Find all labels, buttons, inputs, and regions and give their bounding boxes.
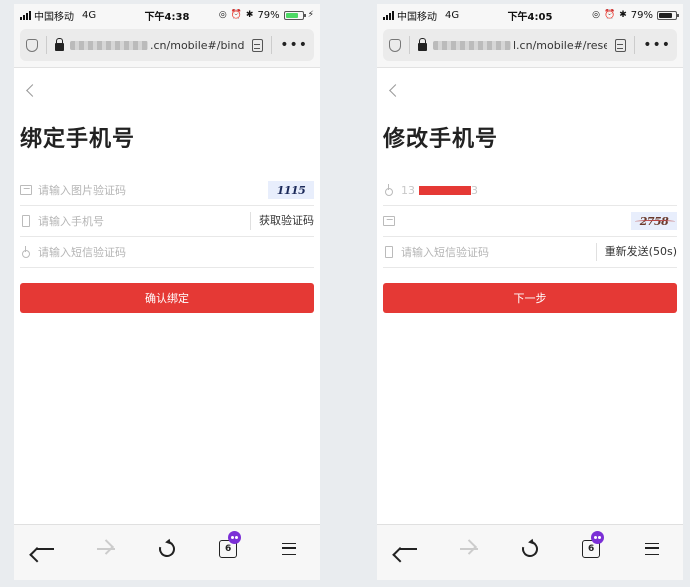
phone-redaction <box>419 185 471 195</box>
phone-screen-reset: 中国移动 4G 下午4:05 ◎ ⏰ ✱ 79% l.cn/mobile#/re… <box>377 4 683 580</box>
battery-percent: 79% <box>630 9 653 21</box>
lock-icon <box>55 38 64 51</box>
url-divider <box>409 36 410 54</box>
page-title: 修改手机号 <box>383 127 499 152</box>
phone-number-field[interactable]: 13 3 <box>383 175 677 206</box>
back-arrow-icon <box>398 547 417 550</box>
sms-input[interactable]: 请输入短信验证码 <box>38 244 314 260</box>
more-options-icon[interactable]: ••• <box>271 36 308 54</box>
private-mode-icon <box>228 530 242 544</box>
url-text[interactable]: .cn/mobile#/bind... <box>150 39 244 52</box>
reader-mode-icon[interactable] <box>252 38 264 52</box>
url-redacted-segment <box>70 40 148 50</box>
reload-button[interactable] <box>150 532 184 566</box>
battery-fill <box>659 12 672 18</box>
image-icon <box>20 185 32 195</box>
phone-field[interactable]: 请输入手机号 获取验证码 <box>20 206 314 237</box>
location-icon: ◎ <box>592 10 600 20</box>
hamburger-menu-icon <box>645 542 660 555</box>
page-title: 绑定手机号 <box>20 127 136 152</box>
url-divider <box>46 36 47 54</box>
sms-field[interactable]: 请输入短信验证码 重新发送(50s) <box>383 237 677 268</box>
signal-icon <box>20 10 31 20</box>
menu-button[interactable] <box>272 532 306 566</box>
lock-icon <box>418 38 427 51</box>
status-time: 下午4:05 <box>507 11 553 23</box>
network-label: 4G <box>445 9 460 21</box>
get-code-button[interactable]: 获取验证码 <box>250 212 314 230</box>
reload-icon <box>156 537 178 560</box>
forward-arrow-icon <box>459 547 478 550</box>
alarm-icon: ⏰ <box>230 10 242 20</box>
status-bar: 中国移动 4G 下午4:05 ◎ ⏰ ✱ 79% <box>377 4 683 26</box>
browser-toolbar: 6 <box>377 524 683 580</box>
reload-button[interactable] <box>513 532 547 566</box>
back-chevron-icon[interactable] <box>26 84 39 97</box>
url-text[interactable]: l.cn/mobile#/rese... <box>513 39 607 52</box>
phone-input[interactable]: 请输入手机号 <box>38 213 250 229</box>
captcha-image[interactable]: 2758 <box>631 212 677 230</box>
forward-button[interactable] <box>89 532 123 566</box>
reader-mode-icon[interactable] <box>615 38 627 52</box>
phone-icon <box>385 246 393 258</box>
status-bar: 中国移动 4G 下午4:38 ◎ ⏰ ✱ 79% ⚡ <box>14 4 320 26</box>
reload-icon <box>519 537 541 560</box>
phone-prefix: 13 <box>401 183 415 197</box>
status-time: 下午4:38 <box>144 11 190 23</box>
key-icon <box>22 246 30 258</box>
battery-fill <box>285 12 299 18</box>
forward-button[interactable] <box>452 532 486 566</box>
phone-icon <box>22 215 30 227</box>
bluetooth-icon: ✱ <box>245 10 254 20</box>
private-mode-icon <box>591 530 605 544</box>
resend-countdown-button[interactable]: 重新发送(50s) <box>595 243 677 261</box>
browser-toolbar: 6 <box>14 524 320 580</box>
captcha-image[interactable]: 1115 <box>268 181 314 199</box>
battery-percent: 79% <box>257 9 280 21</box>
back-button[interactable] <box>391 532 425 566</box>
location-icon: ◎ <box>218 10 227 20</box>
network-label: 4G <box>82 9 97 21</box>
tabs-button[interactable]: 6 <box>211 530 245 566</box>
shield-icon[interactable] <box>389 38 401 52</box>
captcha-field[interactable]: 请输入图片验证码 1115 <box>20 175 314 206</box>
url-redacted-segment <box>433 40 511 50</box>
key-icon <box>385 184 393 196</box>
phone-suffix: 3 <box>471 183 478 197</box>
battery-icon <box>283 10 306 20</box>
more-options-icon[interactable]: ••• <box>634 36 671 54</box>
tabs-button[interactable]: 6 <box>574 530 608 566</box>
battery-icon <box>657 10 679 20</box>
carrier-label: 中国移动 <box>34 11 74 23</box>
alarm-icon: ⏰ <box>604 10 616 20</box>
url-bar[interactable]: l.cn/mobile#/rese... ••• <box>383 29 677 61</box>
hamburger-menu-icon <box>282 542 297 555</box>
carrier-label: 中国移动 <box>397 11 437 23</box>
captcha-field[interactable]: 2758 <box>383 206 677 237</box>
captcha-input[interactable]: 请输入图片验证码 <box>38 182 268 198</box>
signal-icon <box>383 10 394 20</box>
sms-field[interactable]: 请输入短信验证码 <box>20 237 314 268</box>
back-arrow-icon <box>35 547 54 550</box>
sms-input[interactable]: 请输入短信验证码 <box>401 244 596 260</box>
back-button[interactable] <box>28 532 62 566</box>
forward-arrow-icon <box>96 547 115 550</box>
confirm-bind-button[interactable]: 确认绑定 <box>20 283 314 313</box>
image-icon <box>383 216 395 226</box>
url-bar[interactable]: .cn/mobile#/bind... ••• <box>20 29 314 61</box>
charging-icon: ⚡ <box>307 10 314 20</box>
shield-icon[interactable] <box>26 38 38 52</box>
phone-screen-bind: 中国移动 4G 下午4:38 ◎ ⏰ ✱ 79% ⚡ .cn/mobile#/b… <box>14 4 320 580</box>
bluetooth-icon: ✱ <box>619 10 627 20</box>
next-step-button[interactable]: 下一步 <box>383 283 677 313</box>
menu-button[interactable] <box>635 532 669 566</box>
back-chevron-icon[interactable] <box>389 84 402 97</box>
